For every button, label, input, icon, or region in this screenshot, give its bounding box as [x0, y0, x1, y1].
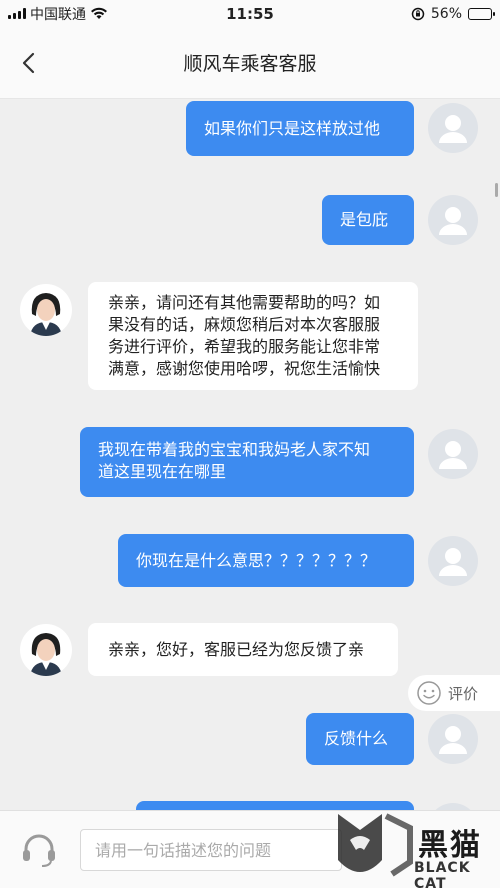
user-message-bubble[interactable]: 如果你们只是这样放过他 [186, 101, 414, 156]
user-avatar-icon [439, 115, 467, 143]
agent-message-bubble[interactable]: 亲亲，您好，客服已经为您反馈了亲 [88, 623, 398, 676]
message-line: 亲亲，请问还有其他需要帮助的吗？如 [108, 293, 381, 312]
message-text: 如果你们只是这样放过他 [204, 118, 381, 138]
user-avatar[interactable] [428, 536, 478, 586]
user-avatar-icon [439, 548, 467, 576]
user-avatar-icon [439, 726, 467, 754]
status-bar: 中国联通 11:55 56% [0, 0, 500, 27]
user-avatar-icon [439, 207, 467, 235]
message-text: 亲亲，您好，客服已经为您反馈了亲 [108, 639, 365, 659]
chat-area[interactable]: 如果你们只是这样放过他 是包庇 亲亲，请问还有其他需要帮助的吗？如 果没有的话，… [0, 99, 500, 810]
watermark-sub: BLACK CAT [414, 860, 471, 888]
user-message-bubble[interactable]: 我现在带着我的宝宝和我妈老人家不知 道这里现在在哪里 [80, 427, 414, 497]
user-avatar[interactable] [428, 714, 478, 764]
message-line: 道这里现在在哪里 [98, 462, 227, 481]
message-text: 是包庇 [340, 210, 389, 229]
nav-bar: 顺风车乘客客服 [0, 27, 500, 99]
user-avatar[interactable] [428, 429, 478, 479]
agent-avatar-icon [30, 293, 62, 336]
watermark-name: 黑猫 [418, 828, 482, 863]
user-message-bubble[interactable]: 反馈什么 [306, 713, 414, 765]
page-title: 顺风车乘客客服 [183, 53, 317, 75]
battery-icon [468, 7, 495, 20]
message-text: 反馈什么 [324, 729, 389, 748]
user-avatar[interactable] [428, 195, 478, 245]
user-avatar[interactable] [428, 103, 478, 153]
agent-avatar[interactable] [20, 624, 72, 676]
battery-percent: 56% [430, 5, 462, 22]
user-message-bubble[interactable]: 你现在是什么意思？？？？？？？ [118, 534, 414, 587]
message-line: 满意，感谢您使用哈啰，祝您生活愉快 [108, 359, 381, 378]
back-arrow-icon[interactable] [18, 51, 42, 75]
smiley-icon [417, 681, 441, 705]
agent-avatar[interactable] [20, 284, 72, 336]
orientation-lock-icon [411, 7, 425, 20]
message-line: 我现在带着我的宝宝和我妈老人家不知 [98, 440, 371, 459]
agent-avatar-icon [30, 633, 62, 676]
headset-icon[interactable] [20, 831, 58, 869]
message-text: 你现在是什么意思？？？？？？？ [136, 550, 377, 570]
user-message-bubble[interactable]: 是包庇 [322, 195, 414, 245]
rate-label: 评价 [448, 684, 479, 703]
user-avatar-icon [439, 441, 467, 469]
message-line: 果没有的话，麻烦您稍后对本次客服服 [108, 315, 381, 334]
rate-button[interactable]: 评价 [408, 675, 500, 711]
message-input[interactable] [80, 829, 342, 871]
message-line: 务进行评价，希望我的服务能让您非常 [108, 337, 381, 356]
scroll-indicator [495, 183, 498, 197]
agent-message-bubble[interactable]: 亲亲，请问还有其他需要帮助的吗？如 果没有的话，麻烦您稍后对本次客服服 务进行评… [88, 282, 418, 390]
